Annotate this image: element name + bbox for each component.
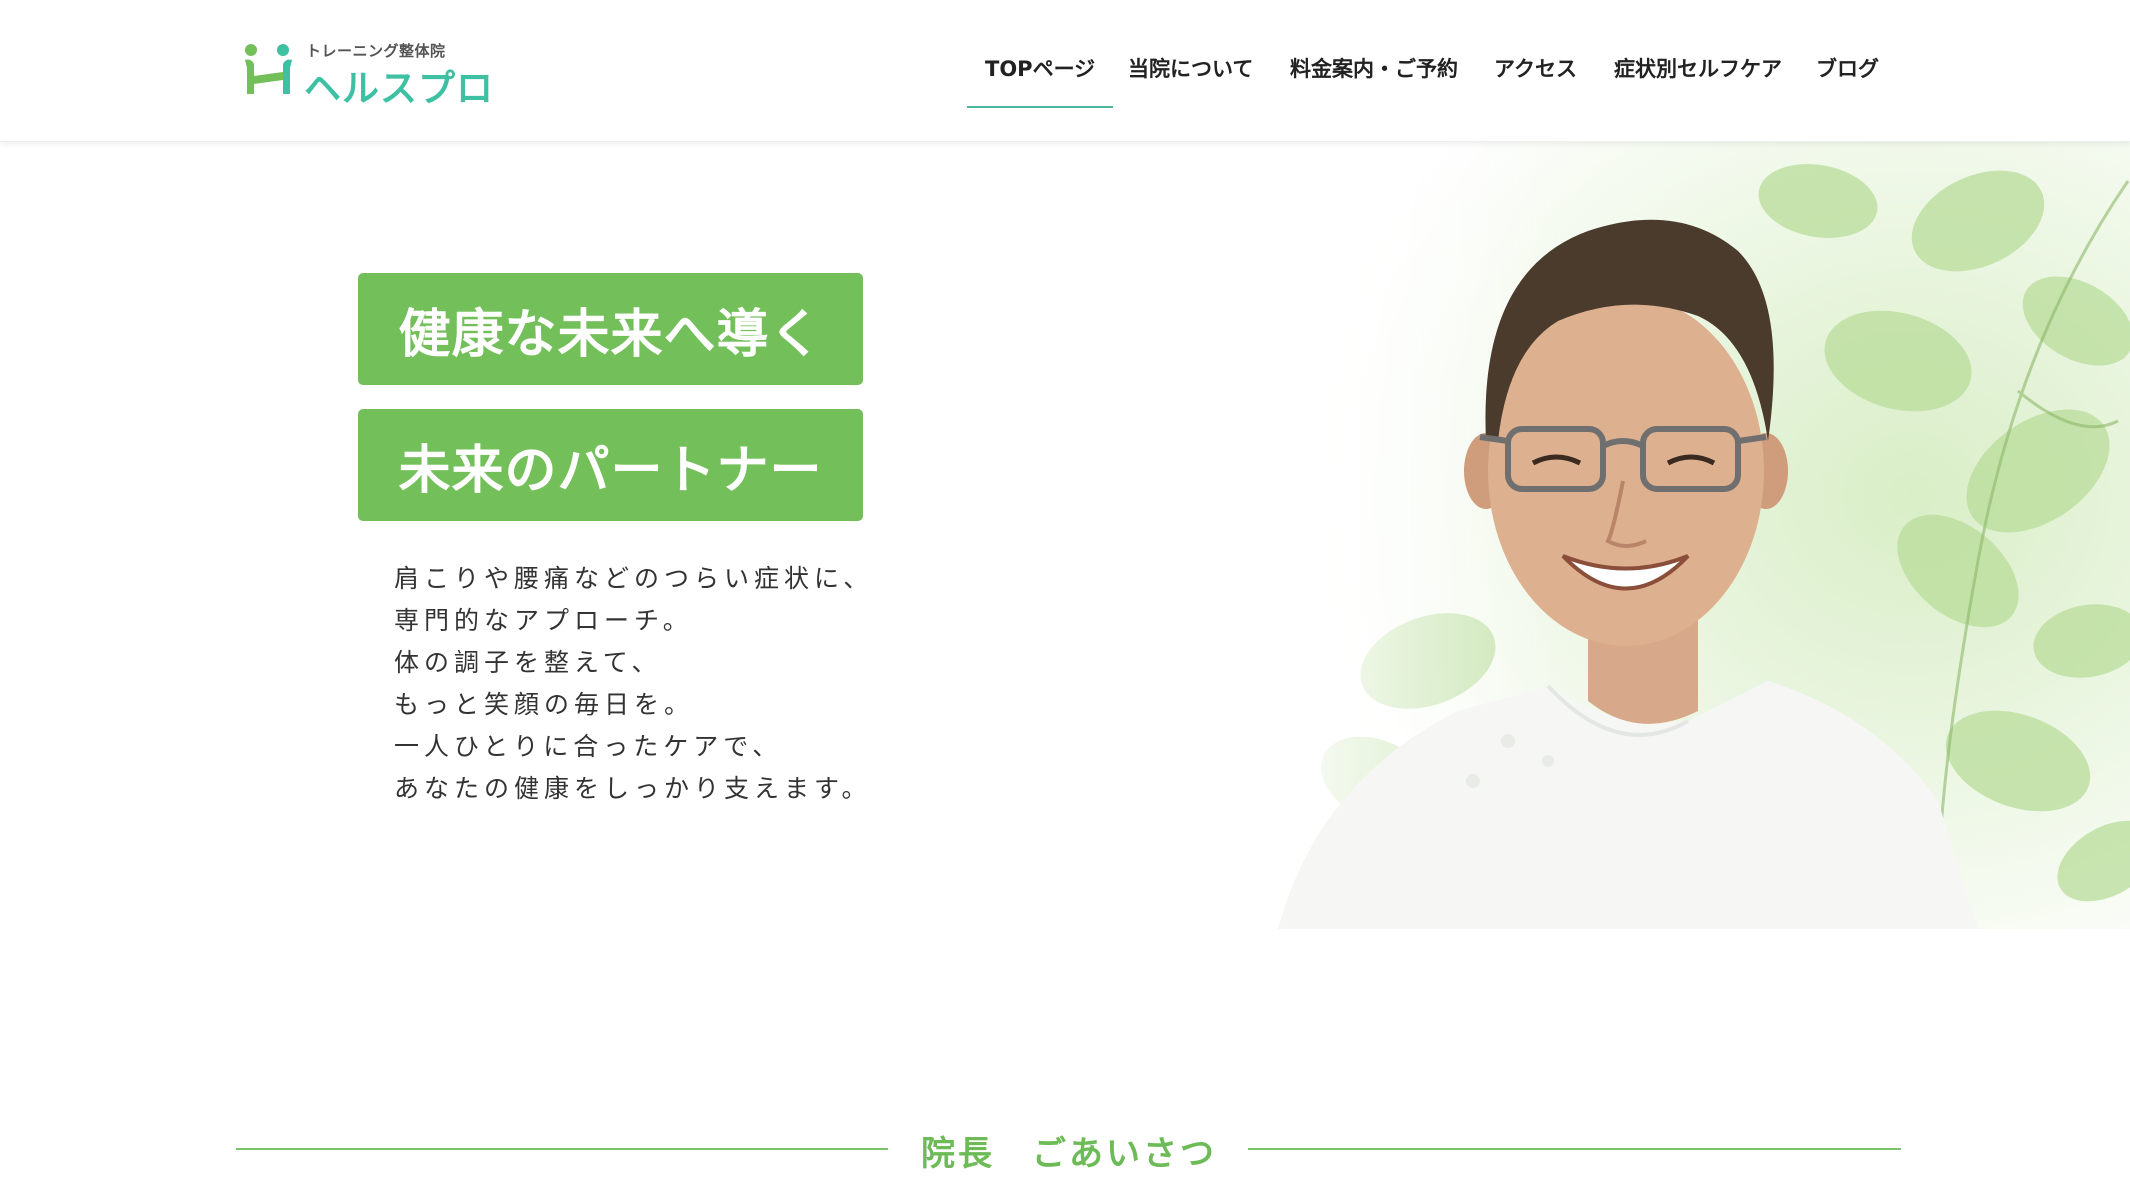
hero-line: 肩こりや腰痛などのつらい症状に、 (394, 564, 874, 593)
hero-line: 専門的なアプローチ。 (394, 606, 693, 635)
hero-line: 体の調子を整えて、 (394, 648, 662, 677)
section-title: 院長 ごあいさつ (921, 1134, 1217, 1174)
heading-divider-left (236, 1148, 888, 1150)
person-h-logo-icon (245, 44, 292, 94)
nav-item-access[interactable]: アクセス (1494, 56, 1577, 96)
hero-line: あなたの健康をしっかり支えます。 (394, 774, 872, 803)
director-photo (1258, 141, 2130, 929)
nav-item-top[interactable]: TOPページ (966, 56, 1114, 108)
site-logo[interactable]: トレーニング整体院 ヘルスプロ (242, 38, 493, 110)
greeting-section-heading: 院長 ごあいさつ (236, 1120, 1901, 1176)
logo-title: ヘルスプロ (304, 67, 494, 110)
hero-line: 一人ひとりに合ったケアで、 (394, 732, 783, 761)
site-header: トレーニング整体院 ヘルスプロ TOPページ 当院について 料金案内・ご予約 ア… (0, 0, 2130, 142)
hero-description: 肩こりや腰痛などのつらい症状に、 専門的なアプローチ。 体の調子を整えて、 もっ… (394, 558, 873, 810)
nav-item-about[interactable]: 当院について (1128, 56, 1253, 96)
hero-headline-2: 未来のパートナー (358, 409, 863, 521)
director-portrait-image (1258, 141, 2130, 929)
nav-item-pricing[interactable]: 料金案内・ご予約 (1290, 56, 1458, 96)
hero-line: もっと笑顔の毎日を。 (394, 690, 695, 719)
heading-divider-right (1248, 1148, 1901, 1150)
hero-headline-1: 健康な未来へ導く (358, 273, 863, 385)
nav-item-blog[interactable]: ブログ (1816, 56, 1879, 96)
nav-item-selfcare[interactable]: 症状別セルフケア (1614, 56, 1782, 96)
